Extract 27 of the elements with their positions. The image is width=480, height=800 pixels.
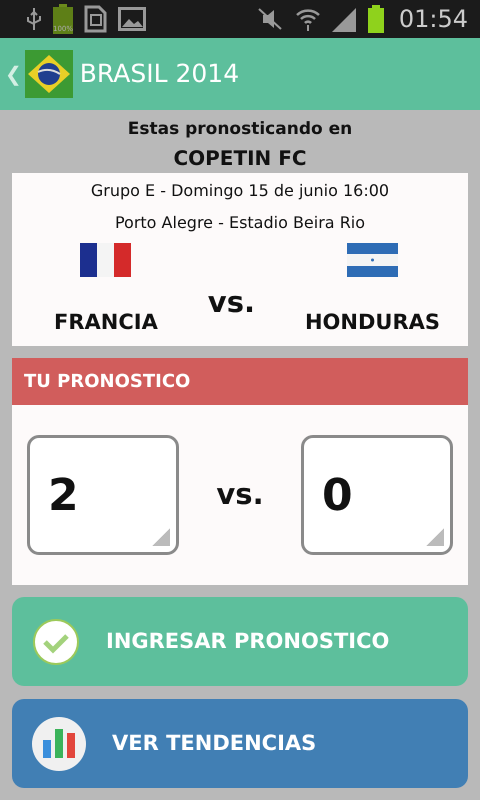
signal-icon (330, 6, 357, 32)
match-venue: Porto Alegre - Estadio Beira Rio (114, 212, 366, 234)
action-button[interactable]: VER TENDENCIAS (12, 699, 468, 788)
versus-label: vs. (208, 284, 255, 320)
score-field[interactable]: 0 (301, 435, 453, 555)
versus-label: vs. (216, 476, 264, 514)
app-title: BRASIL 2014 (80, 58, 240, 90)
image-icon (118, 7, 146, 31)
battery-icon (366, 5, 385, 33)
flag-icon (346, 242, 398, 276)
match-info: Grupo E - Domingo 15 de junio 16:00 (90, 180, 390, 202)
bar-chart-icon (32, 716, 86, 770)
group-name: COPETIN FC (172, 144, 308, 172)
battery-icon (52, 4, 74, 34)
sim-card-icon (84, 5, 108, 33)
intro-text: Estas pronosticando en (126, 118, 354, 141)
team-name: FRANCIA (54, 308, 158, 336)
score-field[interactable]: 2 (27, 435, 179, 555)
wifi-icon (294, 7, 321, 31)
section-header: TU PRONOSTICO (12, 358, 468, 405)
flag-icon (80, 242, 132, 276)
check-icon (32, 618, 80, 666)
team-name: HONDURAS (304, 308, 440, 336)
app-logo-icon[interactable] (24, 50, 73, 98)
usb-icon (26, 7, 42, 31)
clock: 01:54 (398, 4, 468, 35)
action-button[interactable]: INGRESAR PRONOSTICO (12, 597, 468, 686)
